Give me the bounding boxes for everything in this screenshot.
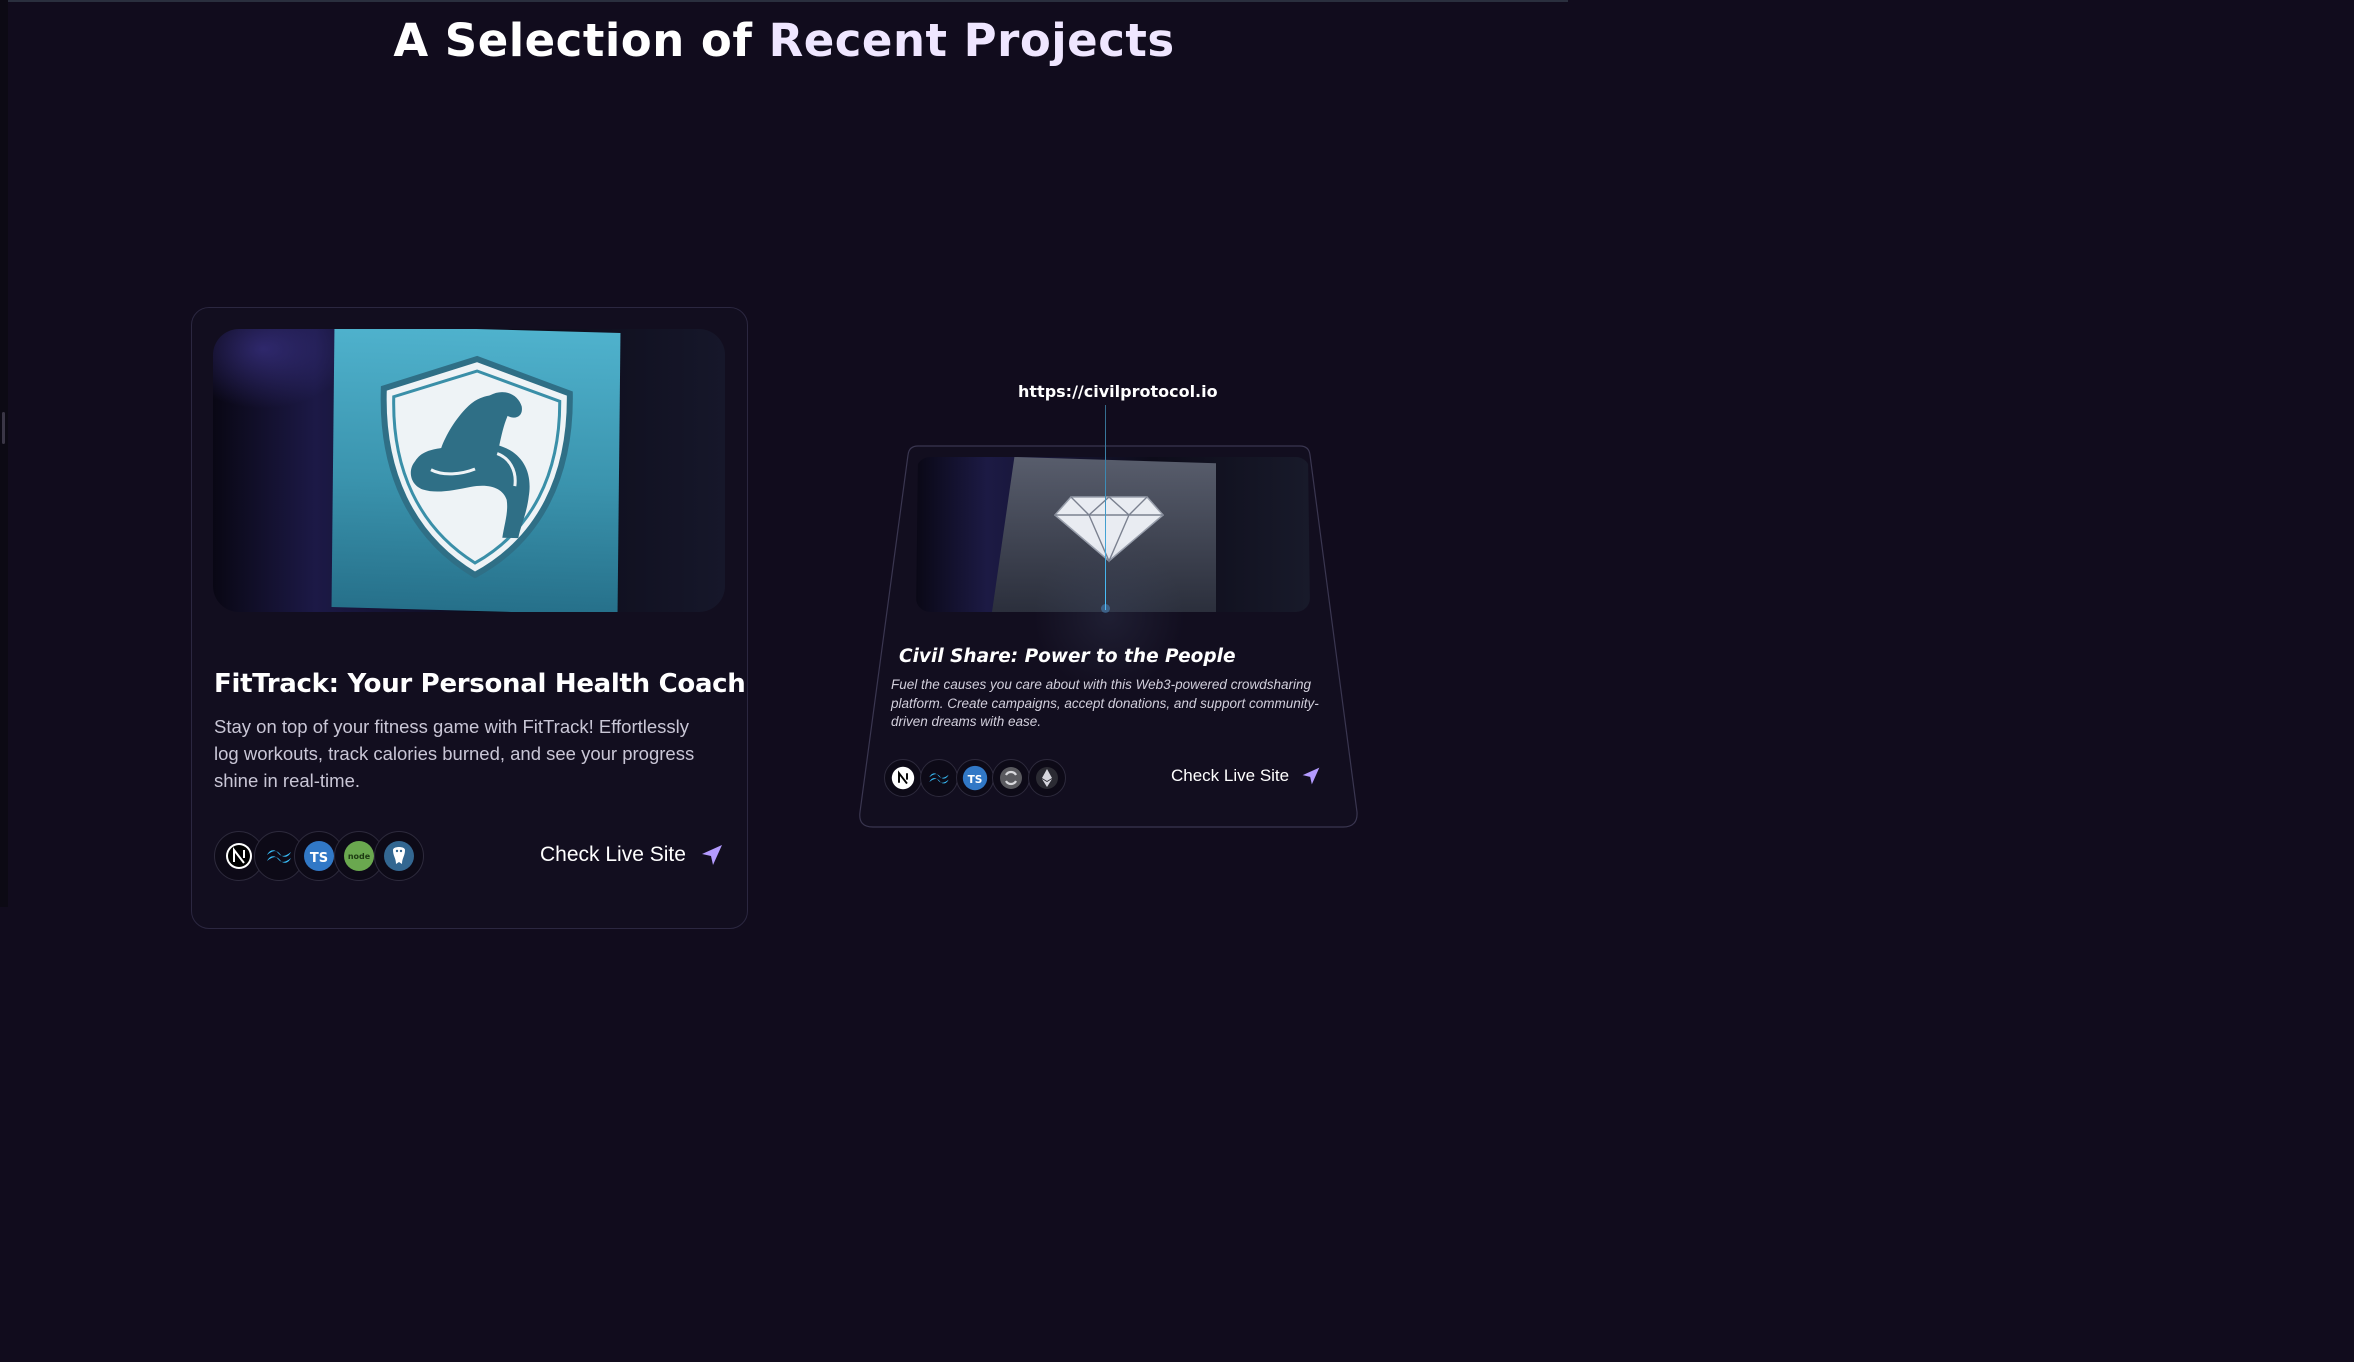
tailwind-icon (920, 759, 958, 797)
svg-text:TS: TS (968, 774, 983, 786)
check-live-site-link[interactable]: Check Live Site (1171, 766, 1321, 786)
project-title: Civil Share: Power to the People (899, 646, 1236, 667)
typescript-icon: TS (956, 759, 994, 797)
pointer-beam (1105, 405, 1106, 610)
nextjs-icon (884, 759, 922, 797)
project-description: Fuel the causes you care about with this… (891, 677, 1319, 729)
ethereum-icon (1028, 759, 1066, 797)
check-live-site-label: Check Live Site (1171, 766, 1290, 785)
thirdweb-icon (992, 759, 1030, 797)
card-outline (859, 445, 1358, 828)
send-icon (1302, 767, 1320, 785)
project-url[interactable]: https://civilprotocol.io (1018, 382, 1218, 401)
